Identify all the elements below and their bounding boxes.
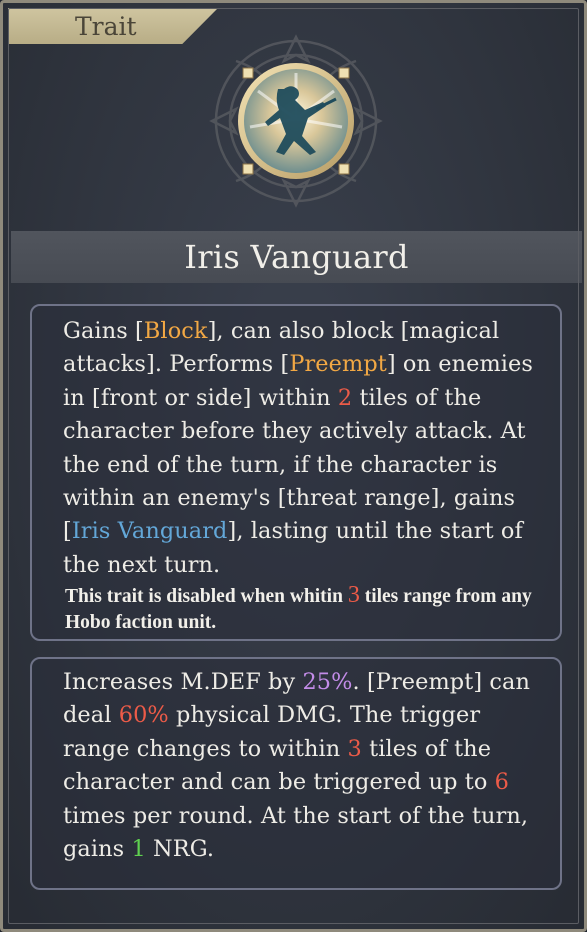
trigger-times: 6 (494, 769, 510, 796)
leaping-warrior-icon (209, 34, 383, 208)
trait-card: Trait Iris Vanguard Gains [Block], can a… (0, 0, 587, 932)
dmg-percent: 60% (118, 702, 169, 729)
trait-description: Gains [Block], can also block [magical a… (63, 318, 534, 578)
trait-tab-label: Trait (75, 12, 137, 41)
trait-disabled-note: This trait is disabled when whitin 3 til… (65, 582, 532, 633)
keyword-preempt: Preempt (289, 351, 387, 378)
trait-title: Iris Vanguard (184, 238, 409, 276)
trait-upgrade-description: Increases M.DEF by 25%. [Preempt] can de… (63, 669, 530, 863)
keyword-iris-vanguard: Iris Vanguard (71, 518, 228, 545)
trait-tab: Trait (8, 8, 218, 44)
title-bar: Iris Vanguard (11, 231, 582, 283)
tile-count: 2 (337, 384, 353, 411)
range-tiles: 3 (347, 735, 362, 762)
mdef-percent: 25% (302, 669, 353, 695)
nrg-amount: 1 (131, 836, 146, 863)
note-tile-count: 3 (347, 582, 360, 608)
keyword-block: Block (143, 318, 208, 344)
